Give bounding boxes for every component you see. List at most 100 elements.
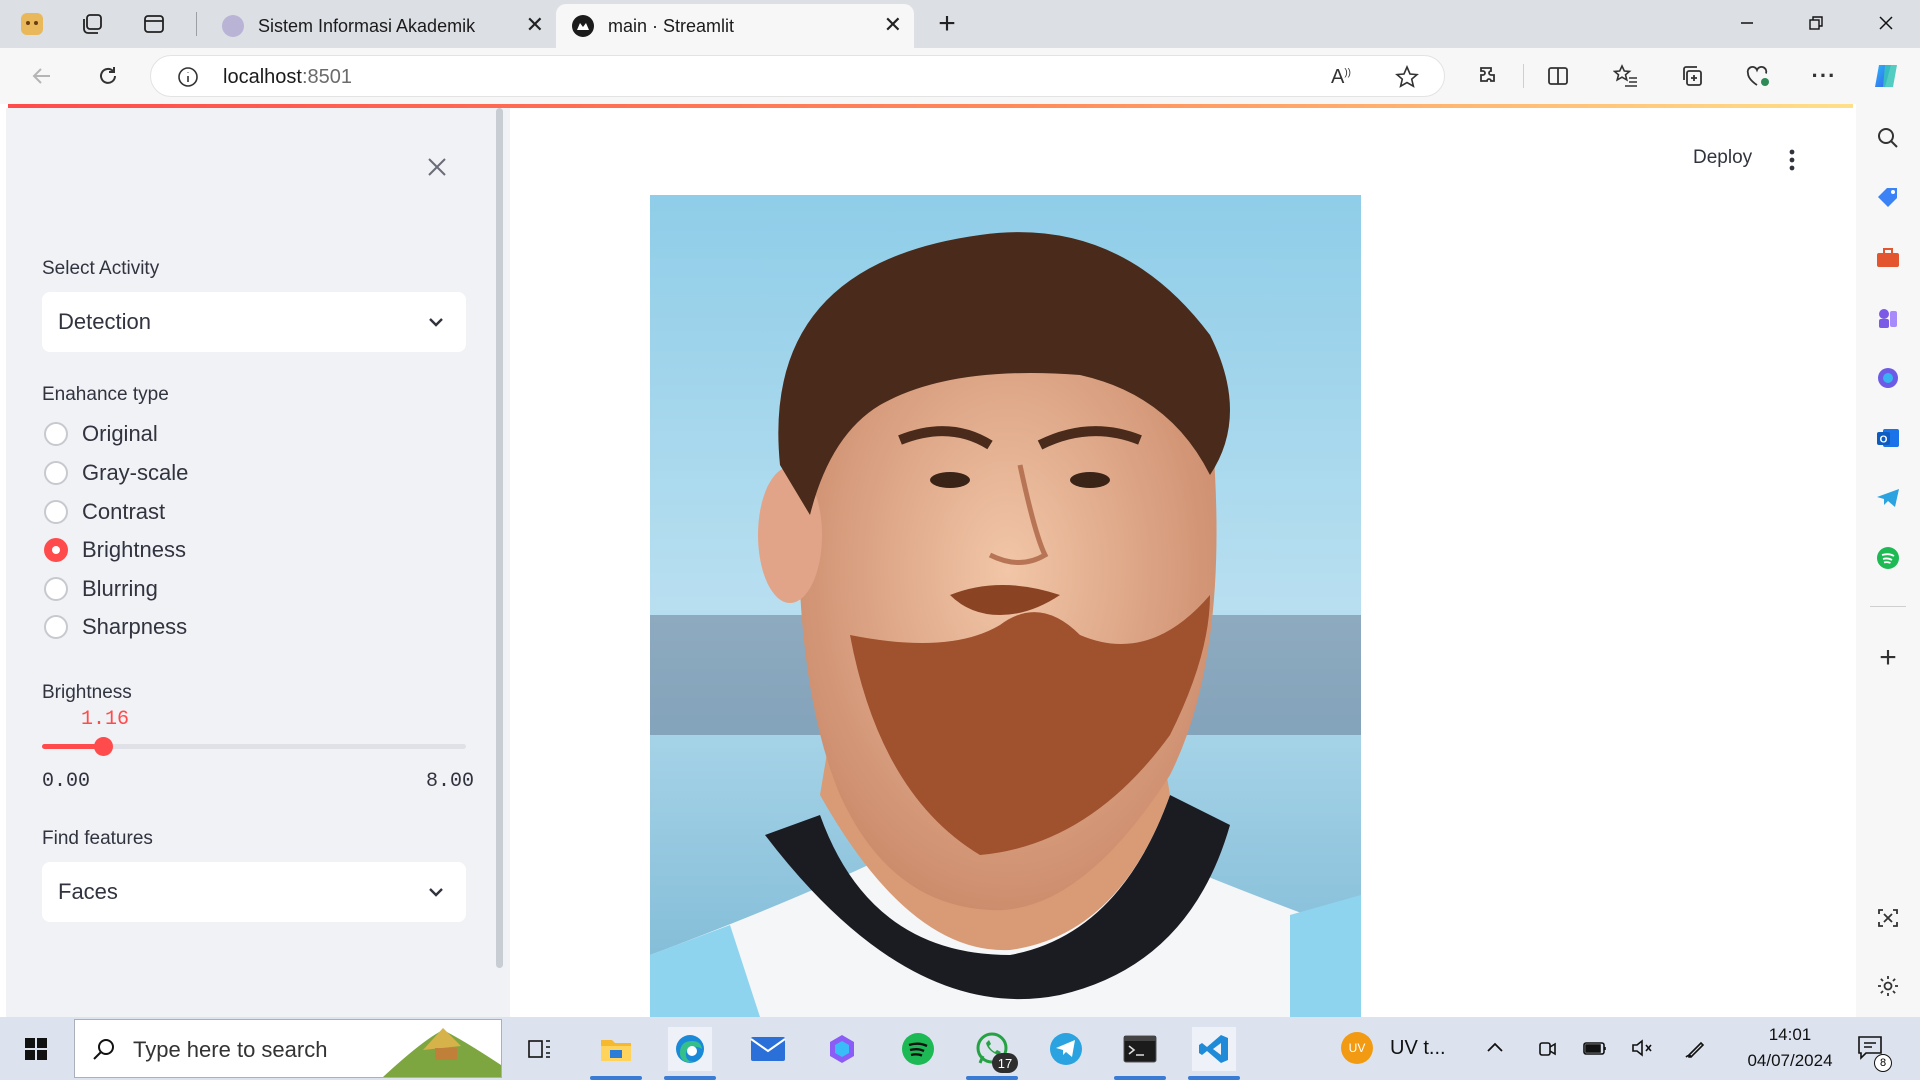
browser-toolbar: localhost:8501 A)) ···	[0, 48, 1920, 104]
deploy-button[interactable]: Deploy	[1693, 147, 1752, 169]
radio-blurring[interactable]: Blurring	[44, 574, 158, 604]
taskbar-search-box[interactable]: Type here to search	[74, 1019, 502, 1078]
portrait-photo	[650, 195, 1361, 1017]
terminal-icon[interactable]	[1118, 1027, 1162, 1071]
tray-app-avatar[interactable]: UV	[1341, 1032, 1373, 1064]
radio-gray-scale[interactable]: Gray-scale	[44, 458, 188, 488]
favorite-star-icon[interactable]	[1395, 64, 1419, 94]
shopping-tag-icon[interactable]	[1872, 182, 1904, 214]
tray-app-label[interactable]: UV t...	[1390, 1037, 1446, 1060]
select-activity-value: Detection	[58, 309, 151, 334]
screenshot-icon[interactable]	[1872, 902, 1904, 934]
brightness-max-label: 8.00	[425, 770, 474, 793]
radio-label: Contrast	[82, 499, 166, 524]
edge-browser-icon[interactable]	[668, 1027, 712, 1071]
microsoft-365-icon[interactable]	[1872, 362, 1904, 394]
restore-icon[interactable]	[1786, 6, 1846, 40]
telegram-sidebar-icon[interactable]	[1872, 482, 1904, 514]
new-tab-plus-icon[interactable]: +	[933, 7, 961, 40]
file-explorer-icon[interactable]	[594, 1027, 638, 1071]
task-view-icon[interactable]	[518, 1027, 562, 1071]
radio-brightness[interactable]: Brightness	[44, 535, 186, 565]
whatsapp-running-indicator	[966, 1076, 1018, 1080]
radio-circle[interactable]	[44, 538, 68, 562]
notification-center-icon[interactable]: 8	[1856, 1033, 1892, 1072]
profile-avatar-icon[interactable]	[18, 10, 46, 38]
radio-label: Sharpness	[82, 614, 188, 639]
show-hidden-icons-chevron-icon[interactable]	[1484, 1037, 1506, 1064]
search-icon[interactable]	[1872, 122, 1904, 154]
tab-sistem-informasi[interactable]: Sistem Informasi Akademik ✕	[206, 4, 556, 48]
games-icon[interactable]	[1872, 302, 1904, 334]
spotify-taskbar-icon[interactable]	[896, 1027, 940, 1071]
telegram-taskbar-icon[interactable]	[1044, 1027, 1088, 1071]
radio-circle[interactable]	[44, 615, 68, 639]
brightness-slider-value: 1.16	[81, 708, 130, 731]
tab-streamlit[interactable]: main · Streamlit ✕	[556, 4, 914, 48]
radio-original[interactable]: Original	[44, 419, 158, 449]
whatsapp-icon[interactable]: 17	[970, 1027, 1018, 1073]
outlook-icon[interactable]: O	[1872, 422, 1904, 454]
browser-essentials-icon[interactable]	[1742, 60, 1774, 92]
radio-circle[interactable]	[44, 422, 68, 446]
sidebar-settings-gear-icon[interactable]	[1872, 970, 1904, 1002]
volume-muted-icon[interactable]	[1630, 1037, 1654, 1064]
add-sidebar-app-icon[interactable]: +	[1872, 641, 1904, 674]
streamlit-page: Select Activity Detection Enahance type …	[0, 104, 1856, 1017]
site-info-icon[interactable]	[177, 66, 199, 93]
copilot-icon[interactable]	[1870, 60, 1902, 92]
close-window-icon[interactable]	[1856, 6, 1916, 40]
chevron-down-icon	[429, 888, 443, 897]
address-bar[interactable]: localhost:8501 A))	[150, 55, 1445, 97]
pen-menu-icon[interactable]	[1684, 1037, 1708, 1064]
mail-icon[interactable]	[746, 1027, 790, 1071]
workspaces-icon[interactable]	[78, 10, 106, 38]
close-tab-icon[interactable]: ✕	[526, 14, 544, 36]
read-aloud-icon[interactable]: A))	[1331, 66, 1351, 89]
tab-title: Sistem Informasi Akademik	[258, 15, 476, 36]
terminal-running-indicator	[1114, 1076, 1166, 1080]
brightness-slider-track[interactable]	[42, 737, 466, 756]
spotify-sidebar-icon[interactable]	[1872, 542, 1904, 574]
site-favicon-icon	[222, 15, 244, 37]
close-tab-icon[interactable]: ✕	[884, 14, 902, 36]
minimize-icon[interactable]	[1717, 6, 1777, 40]
radio-sharpness[interactable]: Sharpness	[44, 612, 187, 642]
find-features-dropdown[interactable]: Faces	[42, 862, 466, 922]
meet-now-icon[interactable]	[1536, 1037, 1558, 1064]
vscode-icon[interactable]	[1192, 1027, 1236, 1071]
radio-circle[interactable]	[44, 577, 68, 601]
favorites-list-icon[interactable]	[1610, 60, 1642, 92]
copilot-taskbar-icon[interactable]	[820, 1027, 864, 1071]
split-screen-icon[interactable]	[1542, 60, 1574, 92]
select-activity-dropdown[interactable]: Detection	[42, 292, 466, 352]
refresh-icon[interactable]	[92, 60, 124, 92]
radio-label: Brightness	[82, 537, 186, 562]
url-text: localhost:8501	[223, 66, 352, 88]
radio-contrast[interactable]: Contrast	[44, 497, 165, 527]
search-highlight-illustration	[383, 1020, 501, 1077]
brightness-slider-thumb[interactable]	[94, 737, 113, 756]
windows-start-icon[interactable]	[14, 1027, 58, 1071]
back-arrow-icon[interactable]	[26, 60, 58, 92]
settings-more-icon[interactable]: ···	[1808, 60, 1840, 92]
radio-circle[interactable]	[44, 500, 68, 524]
radio-circle[interactable]	[44, 461, 68, 485]
edge-running-indicator	[664, 1076, 716, 1080]
main-menu-icon[interactable]	[1786, 148, 1798, 177]
edge-divider	[1870, 606, 1906, 607]
notification-count-badge: 8	[1874, 1054, 1892, 1072]
find-features-label: Find features	[42, 828, 153, 849]
collections-icon[interactable]	[1676, 60, 1708, 92]
tools-icon[interactable]	[1872, 242, 1904, 274]
clock[interactable]: 14:01 04/07/2024	[1740, 1025, 1840, 1071]
select-activity-label: Select Activity	[42, 258, 160, 279]
battery-icon[interactable]	[1582, 1037, 1608, 1064]
sidebar-scrollbar[interactable]	[496, 108, 503, 968]
extensions-icon[interactable]	[1472, 60, 1504, 92]
clock-time: 14:01	[1768, 1025, 1812, 1044]
close-sidebar-icon[interactable]	[426, 156, 448, 183]
vertical-tabs-icon[interactable]	[140, 10, 168, 38]
enhance-type-label: Enahance type	[42, 384, 169, 405]
toolbar-divider	[1523, 64, 1524, 88]
